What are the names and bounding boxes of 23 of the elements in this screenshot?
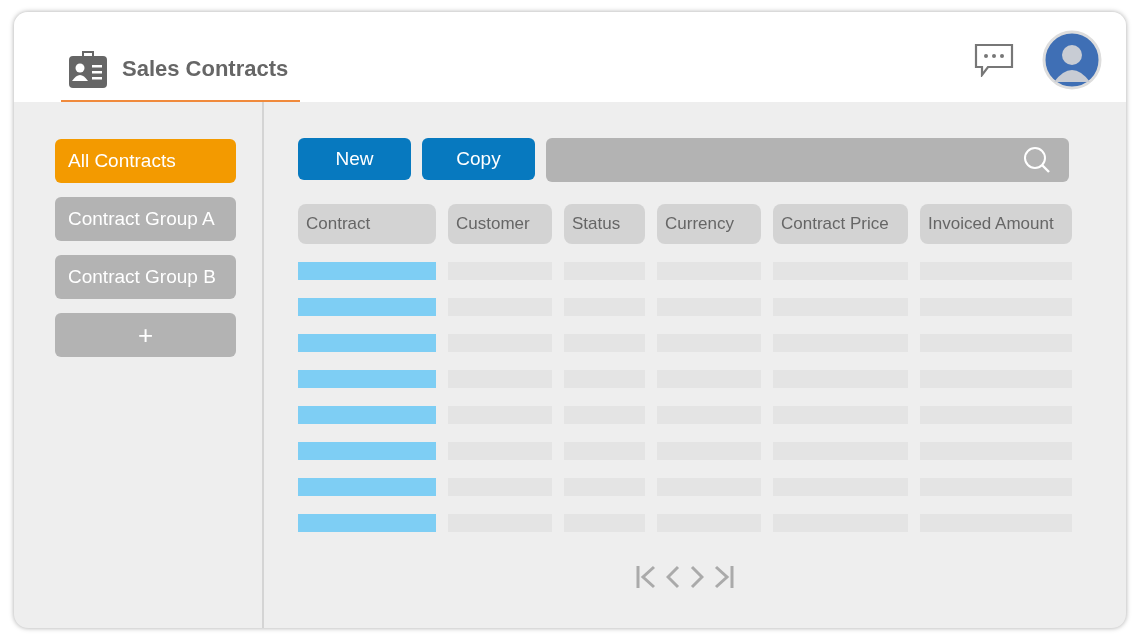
column-header[interactable]: Invoiced Amount (920, 204, 1072, 244)
previous-page-icon[interactable] (666, 565, 680, 589)
page-tab[interactable]: Sales Contracts (61, 50, 300, 102)
last-page-icon[interactable] (714, 565, 734, 589)
avatar[interactable] (1042, 30, 1102, 90)
next-page-icon[interactable] (690, 565, 704, 589)
column-header[interactable]: Contract Price (773, 204, 908, 244)
sidebar-item[interactable]: Contract Group A (55, 197, 236, 241)
page-title: Sales Contracts (122, 56, 289, 82)
chat-icon[interactable] (974, 43, 1014, 77)
column-header[interactable]: Currency (657, 204, 761, 244)
search-field[interactable] (546, 138, 1069, 182)
column-header[interactable]: Customer (448, 204, 552, 244)
column-header[interactable]: Status (564, 204, 645, 244)
sidebar-item[interactable]: All Contracts (55, 139, 236, 183)
sidebar-item[interactable]: Contract Group B (55, 255, 236, 299)
toolbar-button[interactable]: Copy (422, 138, 535, 180)
toolbar-button[interactable]: New (298, 138, 411, 180)
add-group-button[interactable]: + (55, 313, 236, 357)
contact-card-icon (69, 50, 107, 88)
search-icon[interactable] (1023, 146, 1051, 174)
column-header[interactable]: Contract (298, 204, 436, 244)
first-page-icon[interactable] (636, 565, 656, 589)
